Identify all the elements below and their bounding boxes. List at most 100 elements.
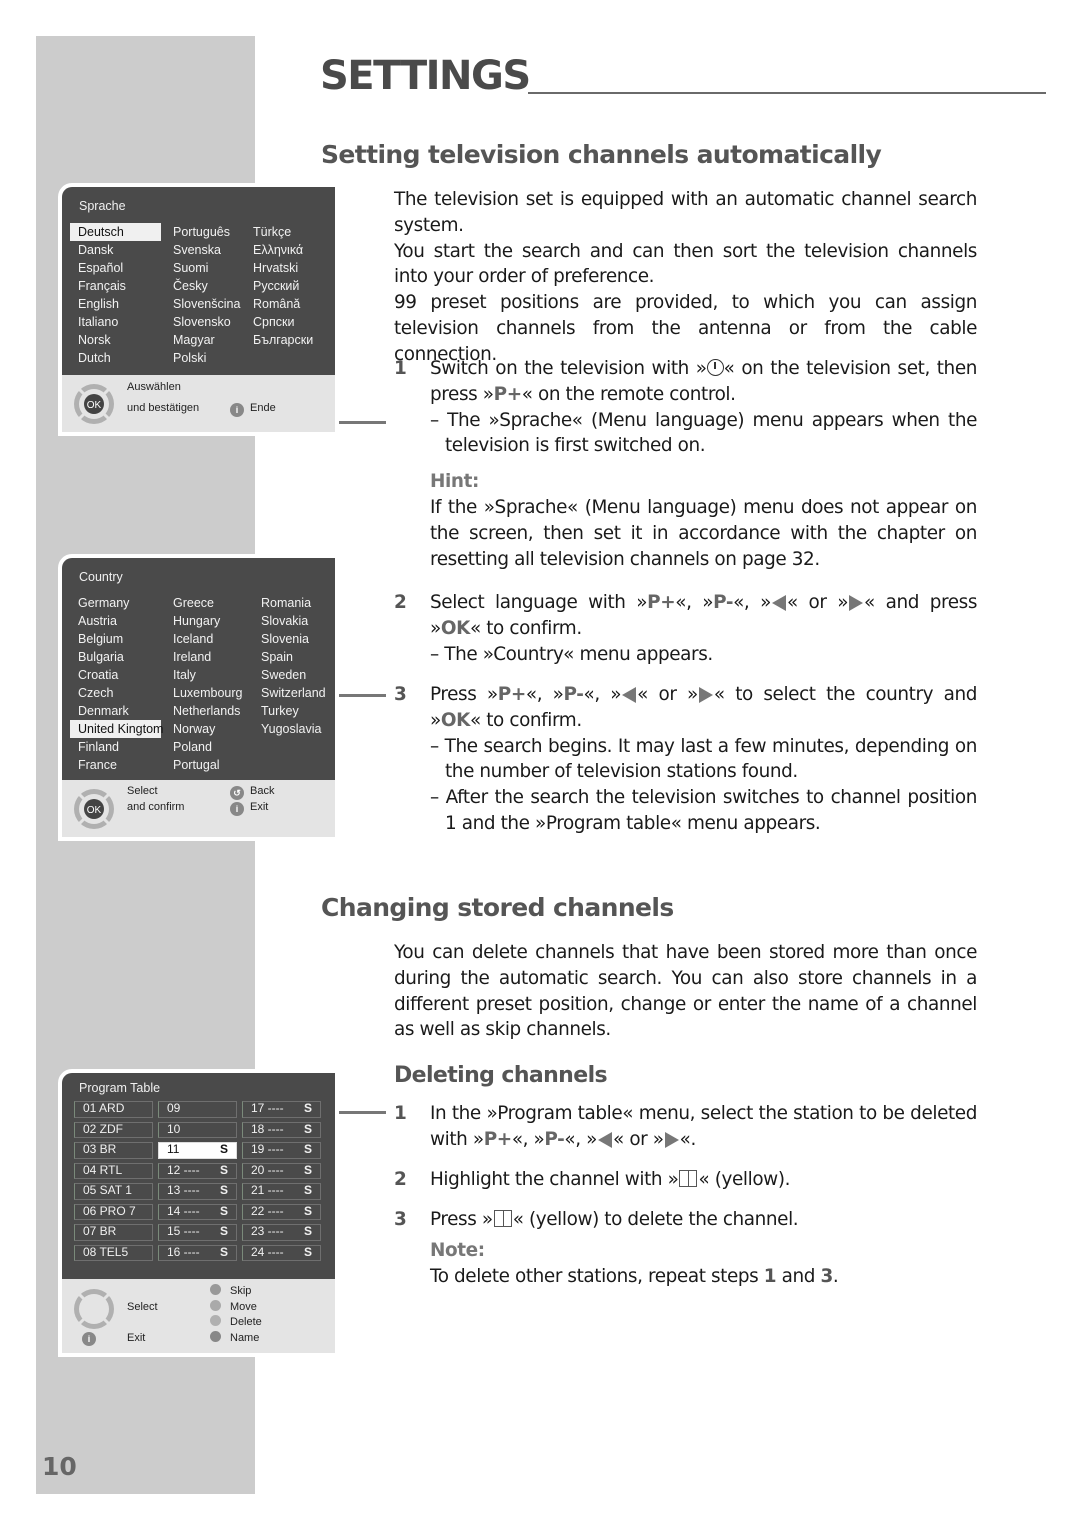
menu-option[interactable]: Ελληνικά <box>245 241 335 259</box>
menu-option[interactable]: Suomi <box>165 259 245 277</box>
program-slot[interactable]: 14 ---- S <box>158 1203 237 1220</box>
menu-option[interactable]: Svenska <box>165 241 245 259</box>
menu-option[interactable]: Slovenšcina <box>165 295 245 313</box>
program-slot-label: 20 ---- <box>251 1162 284 1177</box>
menu-option[interactable]: Français <box>70 277 165 295</box>
menu-option[interactable]: Polski <box>165 349 245 367</box>
menu-option[interactable]: Български <box>245 331 335 349</box>
program-slot[interactable]: 04 RTL <box>74 1162 153 1179</box>
program-slot[interactable]: 21 ---- S <box>242 1183 321 1200</box>
menu-option[interactable]: Dansk <box>70 241 165 259</box>
program-slot[interactable]: 23 ---- S <box>242 1224 321 1241</box>
menu-option[interactable]: Denmark <box>70 702 165 720</box>
key-p-plus: P+ <box>483 1128 512 1150</box>
menu-option[interactable]: Ireland <box>165 648 253 666</box>
program-slot[interactable]: 20 ---- S <box>242 1162 321 1179</box>
program-slot[interactable]: 22 ---- S <box>242 1203 321 1220</box>
menu-option[interactable]: Español <box>70 259 165 277</box>
program-slot[interactable]: 07 BR <box>74 1224 153 1241</box>
program-slot[interactable]: 18 ---- S <box>242 1121 321 1138</box>
menu-option[interactable]: Hrvatski <box>245 259 335 277</box>
menu-option[interactable]: Русский <box>245 277 335 295</box>
menu-option[interactable]: Greece <box>165 594 253 612</box>
menu-option[interactable]: Português <box>165 223 245 241</box>
program-slot[interactable]: 05 SAT 1 <box>74 1183 153 1200</box>
intro-change: You can delete channels that have been s… <box>394 942 977 1041</box>
program-slot[interactable]: 19 ---- S <box>242 1142 321 1159</box>
footer-exit: Exit <box>250 801 269 813</box>
program-slot-label: 16 ---- <box>167 1244 200 1259</box>
menu-option[interactable]: Slovenia <box>253 630 335 648</box>
program-slot[interactable]: 15 ---- S <box>158 1224 237 1241</box>
menu-option[interactable]: Română <box>245 295 335 313</box>
menu-option[interactable]: English <box>70 295 165 313</box>
footer-back: Back <box>250 785 275 797</box>
skip-flag: S <box>303 1121 312 1136</box>
menu-body: Program Table 01 ARD 09 17 ---- S 02 ZDF 10 18… <box>62 1073 335 1279</box>
info-button-icon: i <box>230 802 244 816</box>
menu-option[interactable]: Romania <box>253 594 335 612</box>
connector-line <box>336 1111 386 1114</box>
program-slot[interactable]: 16 ---- S <box>158 1244 237 1261</box>
menu-option[interactable]: Türkçe <box>245 223 335 241</box>
auto-step-2: 2 Select language with »P+«, »P-«, » « or… <box>394 590 977 667</box>
yellow-button-icon <box>493 1210 512 1227</box>
menu-option[interactable]: Српски <box>245 313 335 331</box>
menu-option[interactable]: Turkey <box>253 702 335 720</box>
menu-option[interactable]: Netherlands <box>165 702 253 720</box>
program-slot[interactable]: 08 TEL5 <box>74 1244 153 1261</box>
program-slot[interactable]: 13 ---- S <box>158 1183 237 1200</box>
program-slot-label: 22 ---- <box>251 1203 284 1218</box>
skip-flag: S <box>219 1142 228 1156</box>
step-text: Press » « (yellow) to delete the channel. <box>430 1209 799 1230</box>
menu-option[interactable]: Bulgaria <box>70 648 165 666</box>
menu-option[interactable]: Slovensko <box>165 313 245 331</box>
program-slot[interactable]: 06 PRO 7 <box>74 1203 153 1220</box>
menu-option[interactable]: Norway <box>165 720 253 738</box>
menu-option[interactable]: France <box>70 756 165 774</box>
menu-option[interactable]: Magyar <box>165 331 245 349</box>
menu-option[interactable]: United Kingtom <box>70 720 163 738</box>
menu-option[interactable]: Hungary <box>165 612 253 630</box>
connector-line <box>336 421 386 424</box>
program-slot[interactable]: 24 ---- S <box>242 1244 321 1261</box>
program-slot[interactable]: 02 ZDF <box>74 1121 153 1138</box>
menu-option[interactable]: Italiano <box>70 313 165 331</box>
skip-flag: S <box>303 1162 312 1177</box>
menu-option[interactable]: Norsk <box>70 331 165 349</box>
menu-option[interactable]: Česky <box>165 277 245 295</box>
menu-option[interactable]: Italy <box>165 666 253 684</box>
menu-option[interactable]: Deutsch <box>70 223 161 241</box>
program-slot[interactable]: 10 <box>158 1121 237 1138</box>
program-slot[interactable]: 03 BR <box>74 1142 153 1159</box>
menu-option[interactable]: Slovakia <box>253 612 335 630</box>
program-slot[interactable]: 12 ---- S <box>158 1162 237 1179</box>
menu-option[interactable]: Portugal <box>165 756 253 774</box>
menu-option[interactable]: Switzerland <box>253 684 335 702</box>
menu-option[interactable]: Spain <box>253 648 335 666</box>
section-heading-change: Changing stored channels <box>321 893 674 922</box>
menu-option[interactable]: Croatia <box>70 666 165 684</box>
menu-option[interactable]: Iceland <box>165 630 253 648</box>
program-slot[interactable]: 11 S <box>158 1142 237 1159</box>
menu-option[interactable]: Czech <box>70 684 165 702</box>
footer-select: Auswählen <box>127 381 181 393</box>
skip-flag: S <box>219 1203 228 1218</box>
menu-option[interactable]: Sweden <box>253 666 335 684</box>
menu-option[interactable]: Belgium <box>70 630 165 648</box>
menu-option[interactable]: Poland <box>165 738 253 756</box>
menu-footer: Select i Exit Skip Move Delete Name <box>62 1279 335 1353</box>
program-slot[interactable]: 17 ---- S <box>242 1101 321 1118</box>
menu-option[interactable]: Austria <box>70 612 165 630</box>
menu-option[interactable]: Luxembourg <box>165 684 253 702</box>
menu-option[interactable]: Yugoslavia <box>253 720 335 738</box>
skip-flag: S <box>303 1203 312 1218</box>
program-slot[interactable]: 09 <box>158 1101 237 1118</box>
menu-option[interactable]: Finland <box>70 738 165 756</box>
country-grid: Germany Greece Romania Austria Hungary Slovak… <box>62 594 335 774</box>
menu-option[interactable]: Germany <box>70 594 165 612</box>
footer-select: Select <box>127 785 158 797</box>
intro-auto: The television set is equipped with an a… <box>394 187 977 368</box>
menu-option[interactable]: Dutch <box>70 349 165 367</box>
program-slot[interactable]: 01 ARD <box>74 1101 153 1118</box>
